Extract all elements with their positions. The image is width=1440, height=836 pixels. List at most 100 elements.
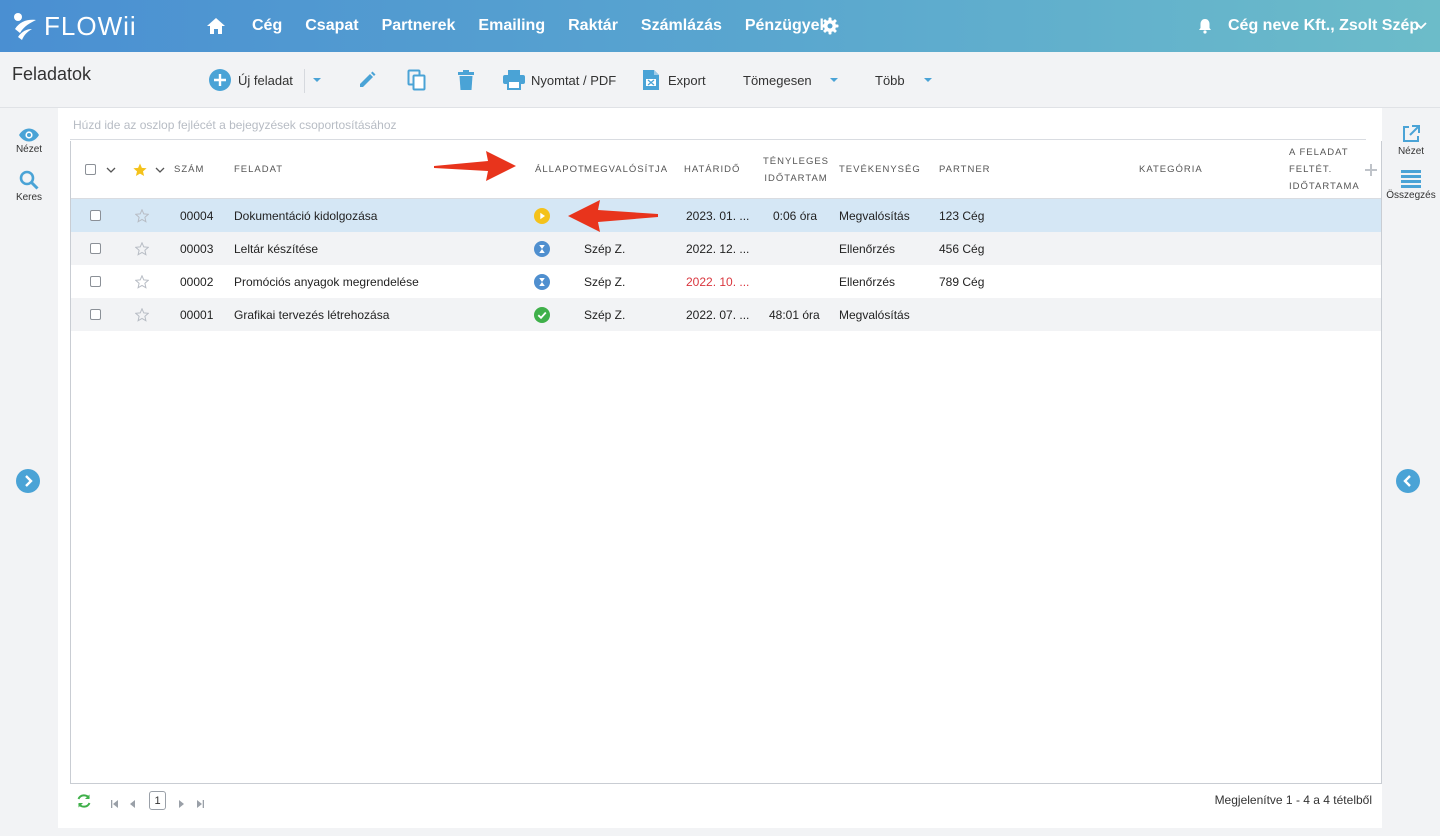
summary-label: Összegzés bbox=[1386, 190, 1436, 201]
expand-right-panel-button[interactable] bbox=[1396, 469, 1420, 493]
task-activity: Megvalósítás bbox=[839, 307, 910, 322]
task-number: 00002 bbox=[180, 274, 214, 289]
row-checkbox[interactable] bbox=[90, 243, 101, 254]
favorite-star-icon[interactable] bbox=[135, 265, 149, 298]
row-checkbox[interactable] bbox=[90, 210, 101, 221]
flowii-logo-icon bbox=[12, 11, 38, 41]
nav-szamlazas[interactable]: Számlázás bbox=[641, 17, 722, 35]
prev-page-icon[interactable] bbox=[130, 797, 136, 811]
status-waiting-hourglass-icon bbox=[534, 265, 550, 298]
first-page-icon[interactable] bbox=[111, 797, 119, 811]
user-menu[interactable]: Cég neve Kft., Zsolt Szép bbox=[1228, 17, 1419, 35]
cond-duration-line-3: időtartama bbox=[1289, 181, 1360, 192]
caret-down-icon bbox=[829, 77, 839, 83]
favorite-filter-star-icon[interactable] bbox=[133, 141, 147, 198]
page-title: Feladatok bbox=[12, 64, 92, 84]
table-row[interactable]: 00001 Grafikai tervezés létrehozása Szép… bbox=[71, 298, 1381, 331]
view-toggle-button[interactable]: Nézet bbox=[0, 128, 58, 155]
select-all-chevron-down-icon[interactable] bbox=[106, 141, 116, 198]
export-button[interactable]: Export bbox=[642, 52, 706, 108]
bulk-actions-dropdown[interactable]: Tömegesen bbox=[743, 52, 839, 108]
task-number: 00003 bbox=[180, 241, 214, 256]
caret-down-icon bbox=[312, 77, 322, 83]
brand-name: FLOWii bbox=[44, 10, 137, 41]
row-checkbox[interactable] bbox=[90, 276, 101, 287]
checkbox[interactable] bbox=[85, 164, 96, 175]
row-checkbox[interactable] bbox=[90, 309, 101, 320]
chevron-down-icon[interactable] bbox=[1414, 19, 1428, 31]
column-header-category[interactable]: Kategória bbox=[1139, 141, 1203, 198]
actual-duration-line-1: Tényleges bbox=[763, 155, 830, 167]
nav-partnerek[interactable]: Partnerek bbox=[382, 17, 456, 35]
summary-button[interactable]: Összegzés bbox=[1382, 170, 1440, 201]
status-in-progress-icon bbox=[534, 199, 550, 232]
chevron-right-icon bbox=[16, 475, 40, 497]
nav-raktar[interactable]: Raktár bbox=[568, 17, 618, 35]
view-label: Nézet bbox=[15, 144, 43, 155]
column-header-actual-duration[interactable]: Tényleges időtartam bbox=[763, 141, 829, 198]
column-header-task[interactable]: Feladat bbox=[234, 141, 283, 198]
task-name[interactable]: Leltár készítése bbox=[234, 232, 318, 265]
column-header-deadline[interactable]: Határidő bbox=[684, 141, 740, 198]
nav-emailing[interactable]: Emailing bbox=[478, 17, 545, 35]
favorite-star-icon[interactable] bbox=[135, 298, 149, 331]
add-column-plus-icon[interactable] bbox=[1365, 141, 1377, 198]
column-header-assignee[interactable]: Megvalósítja bbox=[584, 141, 668, 198]
home-icon[interactable] bbox=[206, 16, 226, 36]
favorite-star-icon[interactable] bbox=[135, 199, 149, 232]
bulk-label: Tömegesen bbox=[743, 72, 812, 88]
column-header-partner[interactable]: Partner bbox=[939, 141, 991, 198]
task-grid: Szám Feladat Állapot Megvalósítja Határi… bbox=[70, 141, 1382, 784]
task-activity: Ellenőrzés bbox=[839, 241, 896, 256]
edit-button[interactable] bbox=[357, 52, 377, 108]
print-pdf-button[interactable]: Nyomtat / PDF bbox=[503, 52, 616, 108]
new-task-dropdown[interactable] bbox=[312, 52, 322, 108]
plus-circle-icon bbox=[208, 68, 232, 92]
select-all-checkbox[interactable] bbox=[85, 141, 96, 198]
new-task-button[interactable]: Új feladat bbox=[208, 52, 293, 108]
group-by-drop-zone[interactable]: Húzd ide az oszlop fejlécét a bejegyzése… bbox=[73, 118, 397, 132]
column-header-conditional-duration[interactable]: A feladat feltét. időtartama bbox=[1289, 141, 1360, 198]
trash-icon bbox=[457, 70, 475, 90]
last-page-icon[interactable] bbox=[196, 797, 204, 811]
refresh-icon[interactable] bbox=[76, 793, 92, 812]
task-activity: Megvalósítás bbox=[839, 208, 910, 223]
favorite-star-icon[interactable] bbox=[135, 232, 149, 265]
logo[interactable]: FLOWii bbox=[12, 10, 137, 42]
nav-ceg[interactable]: Cég bbox=[252, 17, 282, 35]
notification-bell-icon[interactable] bbox=[1198, 18, 1212, 34]
task-partner[interactable]: 789 Cég bbox=[939, 265, 984, 298]
external-link-icon bbox=[1382, 124, 1440, 144]
favorite-chevron-down-icon[interactable] bbox=[155, 141, 165, 198]
nav-csapat[interactable]: Csapat bbox=[305, 17, 358, 35]
next-page-icon[interactable] bbox=[178, 797, 184, 811]
search-toggle-button[interactable]: Keres bbox=[0, 170, 58, 203]
task-partner[interactable]: 456 Cég bbox=[939, 232, 984, 265]
expand-left-panel-button[interactable] bbox=[16, 469, 40, 493]
task-number: 00004 bbox=[180, 208, 214, 223]
chevron-left-icon bbox=[1396, 475, 1420, 497]
column-header-status[interactable]: Állapot bbox=[535, 141, 585, 198]
task-assignee: Szép Z. bbox=[584, 307, 626, 322]
nav-penzugyek[interactable]: Pénzügyek bbox=[745, 17, 829, 35]
column-header-activity[interactable]: Tevékenység bbox=[839, 141, 921, 198]
more-dropdown[interactable]: Több bbox=[875, 52, 933, 108]
column-header-number[interactable]: Szám bbox=[174, 141, 204, 198]
right-view-label: Nézet bbox=[1397, 146, 1425, 157]
task-deadline: 2022. 12. ... bbox=[686, 241, 750, 256]
delete-button[interactable] bbox=[457, 52, 475, 108]
task-partner[interactable]: 123 Cég bbox=[939, 199, 984, 232]
task-name[interactable]: Grafikai tervezés létrehozása bbox=[234, 298, 389, 331]
open-view-button[interactable]: Nézet bbox=[1382, 124, 1440, 157]
task-name[interactable]: Dokumentáció kidolgozása bbox=[234, 199, 377, 232]
current-page[interactable]: 1 bbox=[149, 791, 166, 810]
task-list-panel: Húzd ide az oszlop fejlécét a bejegyzése… bbox=[58, 108, 1382, 828]
table-row[interactable]: 00002 Promóciós anyagok megrendelése Szé… bbox=[71, 265, 1381, 298]
caret-down-icon bbox=[923, 77, 933, 83]
copy-button[interactable] bbox=[407, 52, 427, 108]
task-name[interactable]: Promóciós anyagok megrendelése bbox=[234, 265, 419, 298]
left-rail: Nézet Keres bbox=[0, 108, 58, 836]
table-row[interactable]: 00004 Dokumentáció kidolgozása 2023. 01.… bbox=[71, 199, 1381, 232]
table-row[interactable]: 00003 Leltár készítése Szép Z. 2022. 12.… bbox=[71, 232, 1381, 265]
settings-gear-icon[interactable] bbox=[821, 17, 839, 35]
